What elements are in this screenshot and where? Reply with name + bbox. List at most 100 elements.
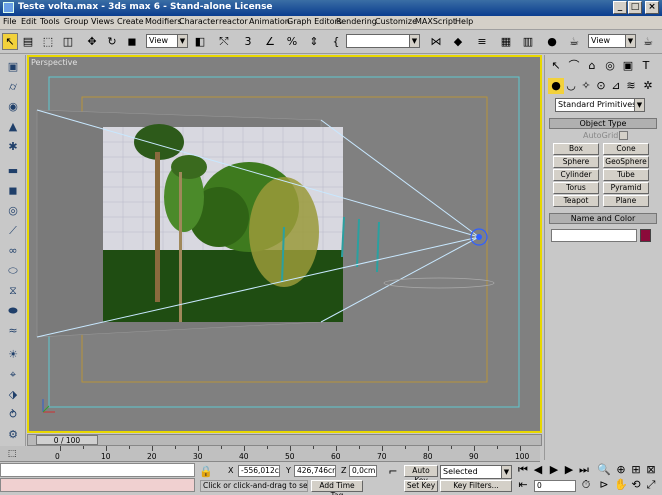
name-and-color-rollout[interactable]: Name and Color bbox=[549, 213, 657, 224]
menu-maxscript[interactable]: MAXScript bbox=[415, 17, 456, 26]
prev-frame-icon[interactable]: ◀ bbox=[530, 462, 546, 478]
track-bar[interactable]: ⬚ 0 10 20 30 40 50 60 70 80 90 100 bbox=[0, 446, 540, 462]
region-select-icon[interactable]: ⬚ bbox=[40, 33, 56, 50]
spindle-icon[interactable]: ⧖ bbox=[5, 283, 21, 299]
menu-customize[interactable]: Customize bbox=[375, 17, 417, 26]
y-coordinate-field[interactable]: 426,746cr bbox=[294, 465, 336, 477]
maxscript-listener-field[interactable] bbox=[0, 463, 195, 477]
zoom-extents-icon[interactable]: ⊞ bbox=[628, 462, 644, 478]
geosphere-button[interactable]: GeoSphere bbox=[603, 156, 649, 168]
tab-hierarchy-icon[interactable]: ⌂ bbox=[584, 58, 600, 74]
move-icon[interactable]: ✥ bbox=[84, 33, 100, 50]
named-selection-icon[interactable]: { bbox=[328, 33, 344, 50]
primitive-category-select[interactable]: Standard Primitives ▼ bbox=[555, 98, 645, 112]
lock-selection-icon[interactable]: 🔒 bbox=[198, 464, 214, 480]
quick-render-icon[interactable]: ☕ bbox=[640, 33, 656, 50]
arc-rotate-icon[interactable]: ⟲ bbox=[628, 477, 644, 493]
select-link-icon[interactable]: ⤲ bbox=[216, 33, 232, 50]
tab-utilities-icon[interactable]: T bbox=[638, 58, 654, 74]
menu-group[interactable]: Group bbox=[64, 17, 88, 26]
camera-icon[interactable]: ⌖ bbox=[5, 367, 21, 383]
oiltank-icon[interactable]: ⬬ bbox=[5, 303, 21, 319]
menu-edit[interactable]: Edit bbox=[21, 17, 37, 26]
current-frame-field[interactable]: 0 bbox=[534, 480, 576, 492]
systems-icon[interactable]: ✲ bbox=[640, 78, 656, 94]
tube-button[interactable]: Tube bbox=[603, 169, 649, 181]
sphere-icon[interactable]: ◉ bbox=[5, 99, 21, 115]
plane-button[interactable]: Plane bbox=[603, 195, 649, 207]
named-selection-set-select[interactable]: ▼ bbox=[346, 34, 420, 48]
menu-tools[interactable]: Tools bbox=[40, 17, 60, 26]
menu-animation[interactable]: Animation bbox=[249, 17, 290, 26]
x-coordinate-field[interactable]: -556,012cr bbox=[238, 465, 280, 477]
close-button[interactable]: × bbox=[645, 1, 659, 14]
cylinder-icon[interactable]: ⌭ bbox=[5, 79, 21, 95]
schematic-view-icon[interactable]: ▥ bbox=[520, 33, 536, 50]
zoom-extents-all-icon[interactable]: ⊠ bbox=[643, 462, 659, 478]
select-object-icon[interactable]: ↖ bbox=[2, 33, 18, 50]
layer-manager-icon[interactable]: ≡ bbox=[474, 33, 490, 50]
render-scene-icon[interactable]: ☕ bbox=[566, 33, 582, 50]
mini-curve-editor-icon[interactable]: ⬚ bbox=[4, 446, 20, 462]
object-name-field[interactable] bbox=[551, 229, 637, 242]
menu-file[interactable]: File bbox=[3, 17, 16, 26]
field-of-view-icon[interactable]: ⊳ bbox=[596, 477, 612, 493]
maximize-viewport-icon[interactable]: ⤢ bbox=[643, 477, 659, 493]
window-crossing-icon[interactable]: ◫ bbox=[60, 33, 76, 50]
tab-motion-icon[interactable]: ◎ bbox=[602, 58, 618, 74]
spacewarp-icon[interactable]: ⥁ bbox=[5, 407, 21, 423]
key-mode-toggle-icon[interactable]: ⇤ bbox=[515, 477, 531, 493]
plane-icon[interactable]: ▬ bbox=[5, 163, 21, 179]
key-filters-button[interactable]: Key Filters... bbox=[440, 480, 512, 492]
sphere-button[interactable]: Sphere bbox=[553, 156, 599, 168]
object-color-swatch[interactable] bbox=[640, 229, 651, 242]
perspective-viewport[interactable]: Perspective bbox=[27, 55, 542, 433]
capsule-icon[interactable]: ⬭ bbox=[5, 263, 21, 279]
cameras-icon[interactable]: ⊙ bbox=[593, 78, 609, 94]
key-mode-select[interactable]: Selected ▼ bbox=[440, 465, 512, 479]
scale-icon[interactable]: ◼ bbox=[124, 33, 140, 50]
spinner-snap-icon[interactable]: ⇕ bbox=[306, 33, 322, 50]
tab-modify-icon[interactable]: ⌒ bbox=[566, 58, 582, 74]
cylinder-button[interactable]: Cylinder bbox=[553, 169, 599, 181]
tab-create-icon[interactable]: ↖ bbox=[548, 58, 564, 74]
helper-icon[interactable]: ⬗ bbox=[5, 387, 21, 403]
menu-modifiers[interactable]: Modifiers bbox=[145, 17, 182, 26]
snap-3d-icon[interactable]: 3 bbox=[240, 33, 256, 50]
menu-character[interactable]: Character bbox=[179, 17, 219, 26]
minimize-button[interactable]: _ bbox=[613, 1, 627, 14]
zoom-icon[interactable]: 🔍 bbox=[596, 462, 612, 478]
tube-icon[interactable]: ◎ bbox=[5, 203, 21, 219]
shapes-icon[interactable]: ◡ bbox=[563, 78, 579, 94]
lights-icon[interactable]: ✧ bbox=[578, 78, 594, 94]
object-type-rollout[interactable]: Object Type bbox=[549, 118, 657, 129]
goto-start-icon[interactable]: ⏮ bbox=[515, 462, 531, 478]
percent-snap-icon[interactable]: % bbox=[284, 33, 300, 50]
hose-icon[interactable]: ≈ bbox=[5, 323, 21, 339]
pivot-center-icon[interactable]: ◧ bbox=[192, 33, 208, 50]
next-frame-icon[interactable]: ▶ bbox=[561, 462, 577, 478]
rotate-icon[interactable]: ↻ bbox=[104, 33, 120, 50]
set-key-icon[interactable]: ⌐ bbox=[385, 464, 401, 480]
menu-reactor[interactable]: reactor bbox=[219, 17, 248, 26]
tab-display-icon[interactable]: ▣ bbox=[620, 58, 636, 74]
zoom-all-icon[interactable]: ⊕ bbox=[613, 462, 629, 478]
time-configuration-icon[interactable]: ⏱ bbox=[578, 477, 594, 493]
autogrid-checkbox[interactable] bbox=[619, 131, 628, 140]
time-slider[interactable]: 0 / 100 bbox=[27, 434, 542, 446]
helpers-icon[interactable]: ⊿ bbox=[608, 78, 624, 94]
menu-create[interactable]: Create bbox=[117, 17, 144, 26]
menu-views[interactable]: Views bbox=[91, 17, 114, 26]
auto-key-button[interactable]: Auto Key bbox=[404, 465, 438, 485]
spacewarps-icon[interactable]: ≋ bbox=[623, 78, 639, 94]
tab-objects-icon[interactable]: ▣ bbox=[5, 59, 21, 75]
time-slider-thumb[interactable]: 0 / 100 bbox=[36, 435, 98, 445]
maximize-button[interactable]: □ bbox=[628, 1, 642, 14]
torus-button[interactable]: Torus bbox=[553, 182, 599, 194]
z-coordinate-field[interactable]: 0,0cm bbox=[349, 465, 377, 477]
menu-graph-editors[interactable]: Graph Editors bbox=[287, 17, 342, 26]
maxscript-output-field[interactable] bbox=[0, 478, 195, 492]
angle-snap-icon[interactable]: ∠ bbox=[262, 33, 278, 50]
align-icon[interactable]: ◆ bbox=[450, 33, 466, 50]
add-time-tag-button[interactable]: Add Time Tag bbox=[311, 480, 363, 495]
